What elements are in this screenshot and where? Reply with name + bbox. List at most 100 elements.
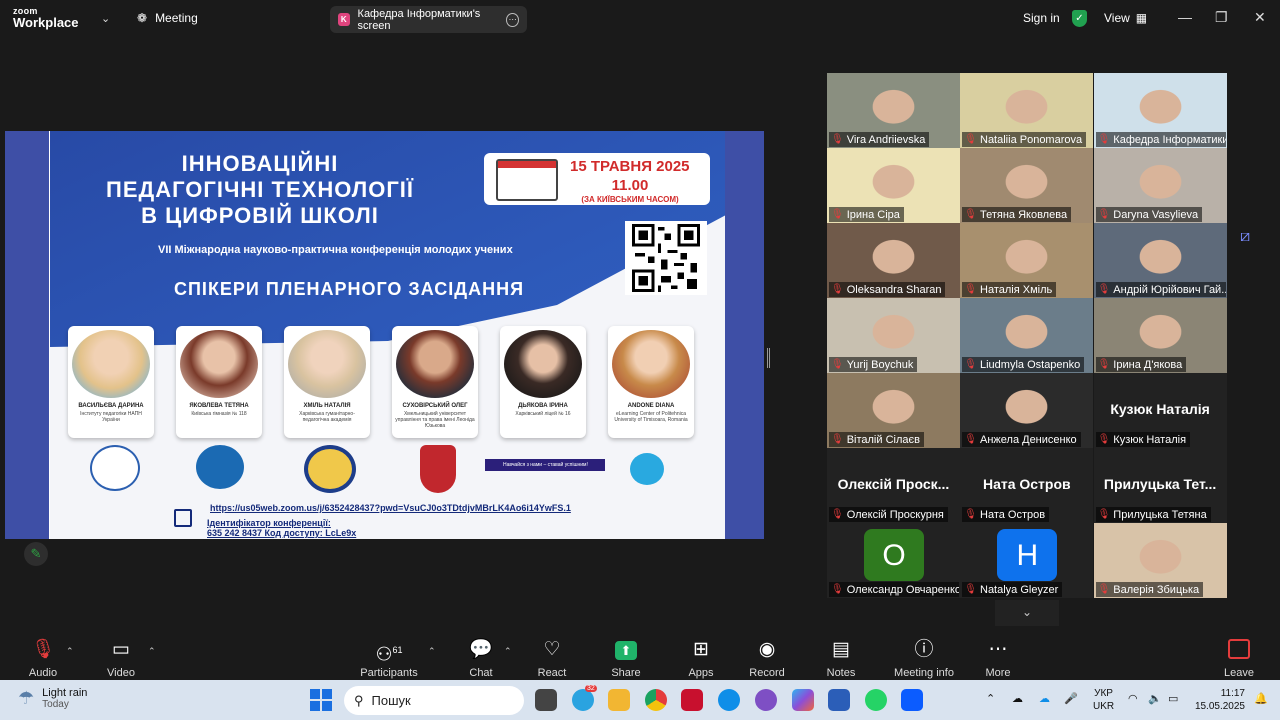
participant-tile[interactable]: O 🎙 Олександр Овчаренко [827, 523, 960, 598]
notes-button[interactable]: ▤ Notes [806, 639, 876, 679]
participant-tile[interactable]: 🎙 Ірина Сіра [827, 148, 960, 223]
annotate-pencil-icon[interactable]: ✎ [24, 542, 48, 566]
info-icon: ⓘ [914, 639, 934, 660]
microphone-muted-icon: 🎙 [831, 134, 844, 145]
microphone-muted-icon: 🎙 [964, 209, 977, 220]
participant-tile[interactable]: 🎙 Андрій Юрійович Гай... [1093, 223, 1227, 298]
cloud-icon[interactable]: ☁ [1012, 692, 1023, 705]
participant-name-tag: 🎙 Кузюк Наталія [1095, 432, 1191, 447]
audio-options-chevron[interactable]: ⌃ [66, 646, 74, 657]
telegram-icon[interactable]: 32 [572, 685, 597, 711]
microphone-muted-icon: 🎙 [1097, 209, 1111, 220]
viber-icon[interactable] [755, 689, 777, 711]
more-button[interactable]: ⋯ More [963, 639, 1033, 679]
resize-handle[interactable] [767, 348, 770, 368]
wifi-icon[interactable]: ◠ [1128, 692, 1138, 705]
participant-name-tag: 🎙 Ната Остров [962, 507, 1050, 522]
participant-tile[interactable]: 🎙 Наталія Хміль [960, 223, 1094, 298]
participant-name: Прилуцька Тетяна [1113, 508, 1207, 521]
sign-in-link[interactable]: Sign in [1023, 11, 1060, 25]
participant-tile[interactable]: 🎙 Ірина Д'якова [1093, 298, 1227, 373]
speaker-card: ЯКОВЛЕВА ТЕТЯНА Київська гімназія № 118 [176, 326, 262, 438]
microphone-muted-icon: 🎙 [964, 434, 977, 445]
participant-tile[interactable]: 🎙 Vira Andriievska [827, 73, 960, 148]
taskbar-search[interactable]: ⚲ Пошук [344, 686, 524, 715]
participant-tile[interactable]: 🎙 Кафедра Інформатики [1093, 73, 1227, 148]
participant-tile[interactable]: Кузюк Наталія 🎙 Кузюк Наталія [1093, 373, 1227, 448]
participant-tile[interactable]: H 🎙 Natalya Gleyzer [960, 523, 1094, 598]
meeting-menu[interactable]: ❁ Meeting [137, 11, 198, 25]
word-icon[interactable] [828, 689, 850, 711]
chrome-icon[interactable] [645, 689, 667, 711]
mic-tray-icon[interactable]: 🎤 [1064, 692, 1078, 705]
record-button[interactable]: ◉ Record [732, 639, 802, 679]
participant-name: Ірина Сіра [846, 208, 900, 221]
speaker-photo [612, 330, 690, 398]
participant-tile[interactable]: 🎙 Nataliia Ponomarova [960, 73, 1094, 148]
participant-display-name: Ната Остров [982, 476, 1071, 492]
zoom-taskbar-icon[interactable] [901, 689, 923, 711]
chevron-down-icon[interactable]: ⌄ [101, 12, 110, 25]
participant-tile[interactable]: 🎙 Віталій Сілаєв [827, 373, 960, 448]
close-icon[interactable]: ✕ [1254, 9, 1266, 26]
participant-tile[interactable]: Прилуцька Тет... 🎙 Прилуцька Тетяна [1093, 448, 1227, 523]
whatsapp-icon[interactable] [865, 689, 887, 711]
conference-subtitle: VII Міжнародна науково-практична конфере… [158, 244, 513, 256]
participant-name-tag: 🎙 Тетяна Яковлева [962, 207, 1072, 222]
shield-icon[interactable]: ✓ [1072, 10, 1087, 27]
side-panel-icon[interactable]: ⧄ [1240, 228, 1262, 250]
chevron-down-icon[interactable]: ⌄ [995, 600, 1059, 626]
chat-options-chevron[interactable]: ⌃ [504, 646, 512, 657]
participant-tile[interactable]: 🎙 Тетяна Яковлева [960, 148, 1094, 223]
restore-icon[interactable]: ❐ [1215, 9, 1228, 26]
meeting-toolbar: 🎙 Audio ⌃ ▭ Video ⌃ ⚇61 Participants ⌃ 💬… [0, 631, 1280, 680]
participants-options-chevron[interactable]: ⌃ [428, 646, 436, 657]
chat-button[interactable]: 💬 Chat [446, 639, 516, 679]
participant-tile[interactable]: 🎙 Liudmyla Ostapenko [960, 298, 1094, 373]
notification-icon[interactable]: 🔔 [1254, 692, 1268, 705]
volume-icon[interactable]: 🔈 [1148, 692, 1162, 705]
participant-name-tag: 🎙 Yurij Boychuk [829, 357, 918, 372]
microphone-muted-icon: 🎙 [1097, 584, 1111, 595]
edge-icon[interactable] [718, 689, 740, 711]
copilot-icon[interactable] [792, 689, 814, 711]
participants-button[interactable]: ⚇61 Participants [354, 639, 424, 679]
participant-name-tag: 🎙 Natalya Gleyzer [962, 582, 1063, 597]
meeting-info-button[interactable]: ⓘ Meeting info [889, 639, 959, 679]
screen-share-pill[interactable]: K Кафедра Інформатики's screen ··· [330, 6, 527, 33]
onedrive-icon[interactable]: ☁ [1039, 692, 1050, 705]
microphone-muted-icon: 🎙 [1097, 284, 1111, 295]
clock[interactable]: 11:17 15.05.2025 [1193, 687, 1245, 713]
external-link-icon [174, 509, 192, 527]
video-button[interactable]: ▭ Video [86, 639, 156, 679]
participant-tile[interactable]: 🎙 Валерія Збицька [1093, 523, 1227, 598]
participant-tile[interactable]: Ната Остров 🎙 Ната Остров [960, 448, 1094, 523]
weather-widget[interactable]: ☂ Light rain Today [18, 687, 87, 710]
chevron-up-icon[interactable]: ⌃ [986, 692, 995, 705]
participant-name-tag: 🎙 Наталія Хміль [962, 282, 1057, 297]
react-button[interactable]: ♡ React [517, 639, 587, 679]
antivirus-icon[interactable] [681, 689, 703, 711]
task-view-icon[interactable] [535, 689, 557, 711]
minimize-icon[interactable]: — [1178, 9, 1192, 25]
participant-tile[interactable]: Олексій Проск... 🎙 Олексій Проскурня [827, 448, 960, 523]
participant-name-tag: 🎙 Олександр Овчаренко [829, 582, 959, 597]
start-button[interactable] [310, 689, 332, 711]
academy-logo [304, 445, 356, 493]
speaker-card: ХМІЛЬ НАТАЛІЯ Харківська гуманітарно-пед… [284, 326, 370, 438]
share-button[interactable]: ⬆ Share [591, 639, 661, 679]
file-explorer-icon[interactable] [608, 689, 630, 711]
audio-button[interactable]: 🎙 Audio [8, 639, 78, 679]
video-options-chevron[interactable]: ⌃ [148, 646, 156, 657]
language-indicator[interactable]: УКР UKR [1093, 687, 1114, 713]
participant-tile[interactable]: 🎙 Oleksandra Sharan [827, 223, 960, 298]
participant-tile[interactable]: 🎙 Daryna Vasylieva [1093, 148, 1227, 223]
speaker-card: ANDONE DIANA eLearning Center of Politeh… [608, 326, 694, 438]
participant-tile[interactable]: 🎙 Yurij Boychuk [827, 298, 960, 373]
battery-icon[interactable]: ▭ [1168, 692, 1178, 705]
apps-button[interactable]: ⊞ Apps [666, 639, 736, 679]
view-button[interactable]: View ▦ [1104, 11, 1147, 25]
leave-button[interactable]: Leave [1204, 639, 1274, 679]
more-options-icon[interactable]: ··· [506, 12, 519, 27]
participant-tile[interactable]: 🎙 Анжела Денисенко [960, 373, 1094, 448]
